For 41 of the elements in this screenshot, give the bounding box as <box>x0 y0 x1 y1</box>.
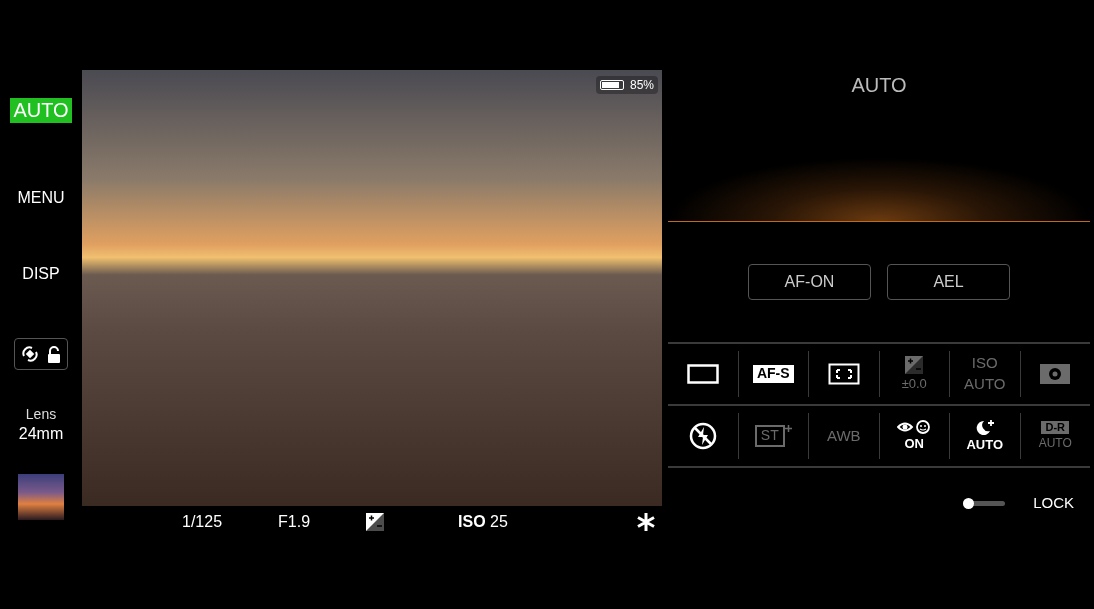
plus-icon <box>784 425 792 433</box>
lock-slider[interactable] <box>963 497 1006 510</box>
setting-button[interactable]: AUTO <box>949 413 1020 459</box>
battery-icon <box>599 80 624 90</box>
side-menu-button[interactable]: DISP <box>22 262 60 286</box>
asterisk-icon <box>636 512 656 532</box>
lock-button[interactable]: AEL <box>887 264 1010 300</box>
setting-label: AUTO <box>964 375 1006 394</box>
metering-icon <box>1039 363 1072 385</box>
single-frame-icon <box>686 364 719 384</box>
rotate-icon <box>21 345 39 363</box>
shooting-value: ISO 25 <box>458 513 508 530</box>
setting-label: ISO <box>971 354 998 373</box>
mode-badge: AUTO <box>10 98 72 123</box>
photo-thumbnail[interactable] <box>18 473 64 520</box>
setting-value: ±0.0 <box>901 375 927 393</box>
stabilizer-lock-button[interactable] <box>14 338 68 370</box>
style-label: ST <box>754 425 785 447</box>
setting-button[interactable]: AF-S <box>737 351 808 397</box>
lens-value: 24mm <box>18 423 64 444</box>
shooting-value: 1/125 <box>182 512 223 532</box>
setting-value: ON <box>904 435 924 453</box>
flash-off-icon <box>688 422 717 450</box>
setting-value: AUTO <box>966 436 1004 454</box>
focus-frame-icon <box>827 363 860 385</box>
lock-label: LOCK <box>1033 493 1074 513</box>
lens-label: Lens <box>25 406 57 424</box>
focus-mode-label: AF-S <box>752 365 794 383</box>
setting-label: AWB <box>826 426 861 446</box>
shooting-value: F1.9 <box>278 512 311 532</box>
exposure-icon <box>366 513 385 531</box>
mode-title: AUTO <box>851 73 907 98</box>
unlock-icon <box>47 345 61 363</box>
dro-value: AUTO <box>1038 436 1072 452</box>
exposure-icon <box>905 355 924 374</box>
setting-button[interactable]: ON <box>878 413 949 459</box>
dro-label: D-R <box>1041 420 1070 435</box>
lock-button[interactable]: AF-ON <box>748 264 871 300</box>
eye-face-icon <box>897 419 932 434</box>
side-menu-button[interactable]: MENU <box>17 186 65 210</box>
battery-percent: 85% <box>629 77 654 94</box>
